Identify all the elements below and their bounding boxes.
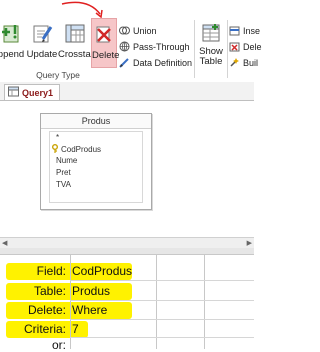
row-label-criteria: Criteria: <box>23 322 66 336</box>
ribbon-separator <box>194 20 195 78</box>
grid-column-2 <box>156 255 205 349</box>
update-button[interactable]: Update <box>26 18 58 66</box>
delete-rows-icon <box>229 41 240 52</box>
row-label-or: or: <box>51 338 66 352</box>
document-tab-strip: Query1 <box>0 82 254 101</box>
row-label-field: Field: <box>36 264 66 278</box>
field-list: * CodProdus Nume Pret TVA <box>49 131 143 203</box>
scroll-right-icon[interactable]: ▶ <box>247 239 252 247</box>
pane-splitter[interactable] <box>0 248 254 255</box>
insert-rows-label: Inse <box>243 25 261 36</box>
pass-through-label: Pass-Through <box>133 41 190 52</box>
ribbon-separator-2 <box>227 20 228 78</box>
builder-button[interactable]: Buil <box>229 57 258 68</box>
globe-icon <box>119 41 130 52</box>
row-label-table: Table: <box>33 284 66 298</box>
update-label: Update <box>26 49 58 60</box>
union-label: Union <box>133 25 157 36</box>
grid-line <box>70 319 254 320</box>
delete-query-label: Delete <box>92 50 120 61</box>
builder-icon <box>229 57 240 68</box>
field-item-all[interactable]: * <box>56 133 59 142</box>
show-table-button[interactable]: Show Table <box>196 18 226 67</box>
query-type-group-label: Query Type <box>36 70 80 80</box>
union-icon <box>119 25 130 36</box>
tab-query1[interactable]: Query1 <box>4 84 60 100</box>
crosstab-icon <box>64 22 86 47</box>
show-table-label: Show Table <box>196 47 226 67</box>
field-cell[interactable]: CodProdus <box>72 264 132 278</box>
append-icon <box>0 22 22 47</box>
append-button[interactable]: ppend <box>0 18 26 66</box>
insert-rows-button[interactable]: Inse <box>229 25 260 36</box>
field-item-codprodus-label: CodProdus <box>61 145 102 154</box>
data-definition-label: Data Definition <box>133 57 193 68</box>
field-item-tva[interactable]: TVA <box>56 180 71 189</box>
row-label-delete: Delete: <box>27 303 66 317</box>
field-item-pret[interactable]: Pret <box>56 168 71 177</box>
append-label: ppend <box>0 49 25 60</box>
query-design-area: Produs * CodProdus Nume Pret TVA <box>0 101 254 237</box>
tab-query1-label: Query1 <box>22 87 54 98</box>
grid-row-headers: Field: Table: Delete: Criteria: or: <box>0 255 71 352</box>
query-design-grid: Field: Table: Delete: Criteria: or: CodP… <box>0 255 254 352</box>
field-item-nume[interactable]: Nume <box>56 156 77 165</box>
table-cell[interactable]: Produs <box>72 284 110 298</box>
union-button[interactable]: Union <box>119 25 157 36</box>
grid-line <box>70 337 254 338</box>
primary-key-icon <box>51 144 59 155</box>
show-table-label-line2: Table <box>199 56 223 67</box>
update-icon <box>31 22 53 47</box>
delete-query-icon <box>94 23 114 48</box>
pass-through-button[interactable]: Pass-Through <box>119 41 190 52</box>
criteria-cell[interactable]: 7 <box>72 322 79 336</box>
table-field-list-title[interactable]: Produs <box>41 114 151 129</box>
delete-query-button[interactable]: Delete <box>91 18 120 68</box>
show-table-icon <box>200 22 222 47</box>
field-item-codprodus[interactable]: CodProdus <box>51 144 101 155</box>
builder-label: Buil <box>243 57 259 68</box>
scroll-left-icon[interactable]: ◀ <box>2 239 7 247</box>
delete-cell[interactable]: Where <box>72 303 107 317</box>
delete-rows-label: Dele <box>243 41 262 52</box>
grid-line <box>70 280 254 281</box>
delete-rows-button[interactable]: Dele <box>229 41 262 52</box>
table-field-list[interactable]: Produs * CodProdus Nume Pret TVA <box>40 113 152 210</box>
data-definition-icon <box>119 57 130 68</box>
crosstab-button[interactable]: Crosstab <box>58 18 97 66</box>
query-icon <box>8 84 19 102</box>
crosstab-label: Crosstab <box>58 49 97 60</box>
grid-line <box>70 300 254 301</box>
insert-rows-icon <box>229 25 240 36</box>
data-definition-button[interactable]: Data Definition <box>119 57 192 68</box>
ribbon: ppend Update Crosstab Delete Union Pass-… <box>0 0 262 83</box>
